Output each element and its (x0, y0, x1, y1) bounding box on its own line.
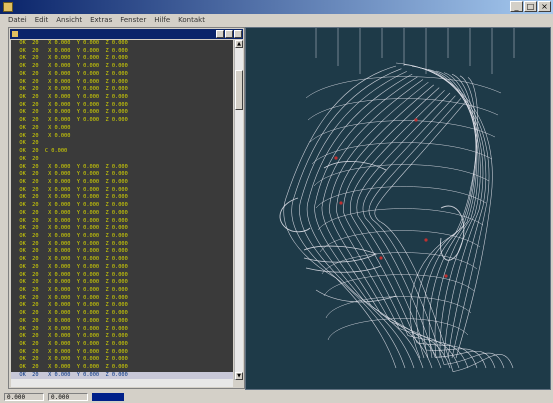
listing-line[interactable]: OK 20 X 0.000 (11, 125, 233, 133)
listing-line[interactable]: OK 20 X 0.000 Y 0.000 Z 0.000 (11, 349, 233, 357)
listing-line[interactable]: OK 20 X 0.000 (11, 133, 233, 141)
marker-point (339, 201, 343, 205)
menu-help[interactable]: Hilfe (154, 14, 170, 26)
listing-line[interactable]: OK 20 X 0.000 Y 0.000 Z 0.000 (11, 202, 233, 210)
listing-line[interactable]: OK 20 X 0.000 Y 0.000 Z 0.000 (11, 86, 233, 94)
status-coord-y: 0.000 (48, 393, 88, 401)
listing-line[interactable]: OK 20 X 0.000 Y 0.000 Z 0.000 (11, 364, 233, 372)
menu-extras[interactable]: Extras (90, 14, 112, 26)
status-coord-x: 0.000 (4, 393, 44, 401)
listing-line[interactable]: OK 20 X 0.000 Y 0.000 Z 0.000 (11, 94, 233, 102)
listing-line[interactable]: OK 20 X 0.000 Y 0.000 Z 0.000 (11, 333, 233, 341)
listing-line[interactable]: OK 20 X 0.000 Y 0.000 Z 0.000 (11, 356, 233, 364)
listing-line[interactable]: OK 20 X 0.000 Y 0.000 Z 0.000 (11, 117, 233, 125)
menu-file[interactable]: Datei (8, 14, 27, 26)
listing-line[interactable]: OK 20 X 0.000 Y 0.000 Z 0.000 (11, 210, 233, 218)
listing-minimize-button[interactable] (216, 30, 224, 38)
close-button[interactable]: × (538, 1, 551, 12)
marker-point (334, 156, 338, 160)
window-titlebar: _ □ × (0, 0, 553, 14)
document-icon (12, 31, 18, 37)
app-icon (3, 2, 13, 12)
wire-curve (395, 62, 493, 359)
marker-point (379, 256, 383, 260)
listing-maximize-button[interactable] (225, 30, 233, 38)
minimize-button[interactable]: _ (510, 1, 523, 12)
listing-line[interactable]: OK 20 X 0.000 Y 0.000 Z 0.000 (11, 248, 233, 256)
wire-curve (374, 100, 514, 372)
listing-line[interactable]: OK 20 X 0.000 Y 0.000 Z 0.000 (11, 341, 233, 349)
listing-line[interactable]: OK 20 X 0.000 Y 0.000 Z 0.000 (11, 233, 233, 241)
marker-point (444, 274, 448, 278)
maximize-button[interactable]: □ (524, 1, 537, 12)
listing-line[interactable]: OK 20 X 0.000 Y 0.000 Z 0.000 (11, 164, 233, 172)
menu-edit[interactable]: Edit (35, 14, 49, 26)
wire-curve (428, 72, 477, 359)
scroll-down-arrow-icon[interactable]: ▼ (235, 372, 243, 380)
wire-curve (291, 68, 406, 369)
menu-window[interactable]: Fenster (120, 14, 146, 26)
listing-line[interactable]: OK 20 X 0.000 Y 0.000 Z 0.000 (11, 109, 233, 117)
listing-line[interactable]: OK 20 X 0.000 Y 0.000 Z 0.000 (11, 256, 233, 264)
marker-point (414, 118, 418, 122)
listing-line[interactable]: OK 20 X 0.000 Y 0.000 Z 0.000 (11, 171, 233, 179)
marker-point (424, 238, 428, 242)
listing-line[interactable]: OK 20 X 0.000 Y 0.000 Z 0.000 (11, 310, 233, 318)
listing-line[interactable]: OK 20 X 0.000 Y 0.000 Z 0.000 (11, 55, 233, 63)
listing-line[interactable]: OK 20 C 0.000 (11, 148, 233, 156)
wire-curve (309, 120, 496, 143)
wire-curve (315, 186, 487, 209)
listing-line[interactable]: OK 20 X 0.000 Y 0.000 Z 0.000 (11, 187, 233, 195)
wireframe-head-viewport[interactable] (245, 27, 551, 390)
listing-close-button[interactable] (234, 30, 242, 38)
listing-line[interactable]: OK 20 X 0.000 Y 0.000 Z 0.000 (11, 194, 233, 202)
listing-line[interactable]: OK 20 X 0.000 Y 0.000 Z 0.000 (11, 40, 233, 48)
coordinate-listing[interactable]: OK 20 X 0.000 Y 0.000 Z 0.000 OK 20 X 0.… (11, 40, 233, 380)
listing-line[interactable]: OK 20 X 0.000 Y 0.000 Z 0.000 (11, 279, 233, 287)
listing-line[interactable]: OK 20 X 0.000 Y 0.000 Z 0.000 (11, 218, 233, 226)
scroll-up-arrow-icon[interactable]: ▲ (235, 40, 243, 48)
menu-view[interactable]: Ansicht (56, 14, 82, 26)
listing-window: OK 20 X 0.000 Y 0.000 Z 0.000 OK 20 X 0.… (8, 27, 245, 389)
listing-line[interactable]: OK 20 X 0.000 Y 0.000 Z 0.000 (11, 79, 233, 87)
wire-curve (305, 76, 502, 99)
wire-curve (319, 230, 481, 253)
listing-line[interactable]: OK 20 X 0.000 Y 0.000 Z 0.000 (11, 71, 233, 79)
listing-line[interactable]: OK 20 X 0.000 Y 0.000 Z 0.000 (11, 179, 233, 187)
menu-bar: Datei Edit Ansicht Extras Fenster Hilfe … (0, 14, 553, 26)
listing-line[interactable]: OK 20 X 0.000 Y 0.000 Z 0.000 (11, 326, 233, 334)
listing-line[interactable]: OK 20 X 0.000 Y 0.000 Z 0.000 (11, 225, 233, 233)
menu-contact[interactable]: Kontakt (178, 14, 205, 26)
listing-line[interactable]: OK 20 (11, 140, 233, 148)
listing-line[interactable]: OK 20 X 0.000 Y 0.000 Z 0.000 (11, 295, 233, 303)
listing-line[interactable]: OK 20 X 0.000 Y 0.000 Z 0.000 (11, 241, 233, 249)
wire-curve (328, 81, 451, 369)
status-bar: 0.000 0.000 (0, 391, 553, 403)
listing-line[interactable]: OK 20 X 0.000 Y 0.000 Z 0.000 (11, 287, 233, 295)
wire-curve (349, 90, 478, 369)
listing-vertical-scrollbar[interactable]: ▲ ▼ (234, 40, 243, 380)
listing-line[interactable]: OK 20 X 0.000 Y 0.000 Z 0.000 (11, 272, 233, 280)
wire-curve (368, 98, 505, 369)
scroll-thumb[interactable] (235, 70, 243, 110)
listing-window-title (10, 29, 243, 39)
listing-window-controls (216, 30, 242, 38)
head-wireframe-model (279, 28, 515, 372)
window-controls: _ □ × (510, 1, 551, 12)
listing-line[interactable]: OK 20 X 0.000 Y 0.000 Z 0.000 (11, 264, 233, 272)
listing-line[interactable]: OK 20 X 0.000 Y 0.000 Z 0.000 (11, 48, 233, 56)
listing-line[interactable]: OK 20 (11, 156, 233, 164)
progress-bar (92, 393, 124, 401)
listing-line[interactable]: OK 20 X 0.000 Y 0.000 Z 0.000 (11, 302, 233, 310)
listing-horizontal-scrollbar[interactable] (11, 379, 233, 387)
listing-line[interactable]: OK 20 X 0.000 Y 0.000 Z 0.000 (11, 102, 233, 110)
wire-curve (343, 87, 469, 369)
listing-line[interactable]: OK 20 X 0.000 Y 0.000 Z 0.000 (11, 318, 233, 326)
listing-line[interactable]: OK 20 X 0.000 Y 0.000 Z 0.000 (11, 63, 233, 71)
